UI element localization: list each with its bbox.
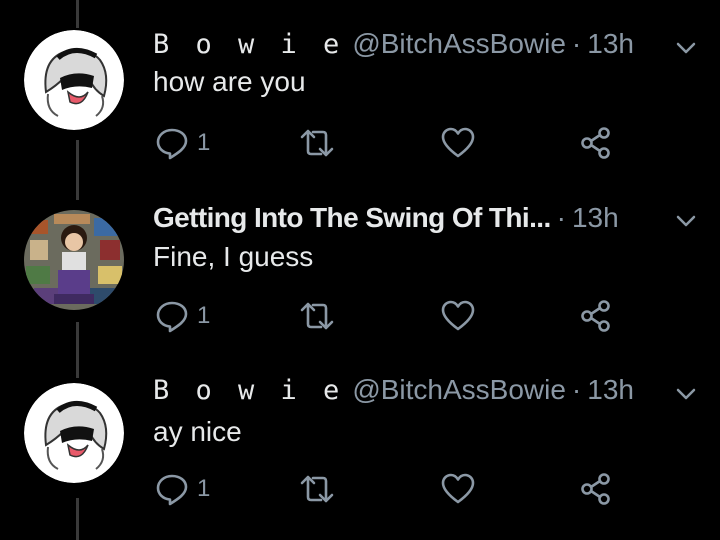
anime-girl-avatar-icon bbox=[24, 383, 124, 483]
display-name[interactable]: B o w i e bbox=[153, 375, 344, 406]
timestamp[interactable]: 13h bbox=[587, 374, 634, 406]
tweet[interactable]: B o w i e @BitchAssBowie · 13h ay nice 1 bbox=[0, 350, 720, 525]
avatar[interactable] bbox=[24, 383, 124, 483]
avatar[interactable] bbox=[24, 210, 124, 310]
separator-dot: · bbox=[556, 202, 566, 233]
chevron-down-icon bbox=[676, 215, 696, 227]
tweet-header: Getting Into The Swing Of Thi... · 13h bbox=[153, 202, 619, 236]
tweet-header: B o w i e @BitchAssBowie · 13h bbox=[153, 28, 634, 62]
reply-count: 1 bbox=[197, 302, 211, 329]
tweet[interactable]: B o w i e @BitchAssBowie · 13h how are y… bbox=[0, 0, 720, 175]
share-button[interactable] bbox=[579, 472, 613, 506]
tweet[interactable]: Getting Into The Swing Of Thi... · 13h F… bbox=[0, 175, 720, 350]
reply-count: 1 bbox=[197, 475, 211, 502]
retweet-button[interactable] bbox=[299, 299, 335, 333]
reply-icon bbox=[156, 128, 188, 160]
like-button[interactable] bbox=[441, 299, 475, 333]
tweet-header: B o w i e @BitchAssBowie · 13h bbox=[153, 374, 634, 408]
avatar[interactable] bbox=[24, 30, 124, 130]
share-icon bbox=[581, 300, 610, 332]
chevron-down-icon bbox=[676, 42, 696, 54]
retweet-button[interactable] bbox=[299, 126, 335, 160]
handle[interactable]: @BitchAssBowie bbox=[352, 374, 566, 406]
share-button[interactable] bbox=[579, 299, 613, 333]
handle[interactable]: @BitchAssBowie bbox=[352, 28, 566, 60]
tweet-text: Fine, I guess bbox=[153, 241, 314, 272]
heart-icon bbox=[441, 473, 475, 504]
separator-dot: · bbox=[571, 374, 582, 405]
share-button[interactable] bbox=[579, 126, 613, 160]
collage-avatar-icon bbox=[24, 210, 124, 310]
more-options-button[interactable] bbox=[672, 207, 700, 235]
retweet-button[interactable] bbox=[299, 472, 335, 506]
retweet-icon bbox=[300, 302, 334, 330]
tweet-text: ay nice bbox=[153, 416, 242, 447]
display-name[interactable]: Getting Into The Swing Of Thi... bbox=[153, 202, 551, 234]
tweet-actions: 1 bbox=[155, 126, 625, 160]
reply-button[interactable]: 1 bbox=[155, 299, 210, 333]
tweet-actions: 1 bbox=[155, 472, 625, 506]
reply-count: 1 bbox=[197, 129, 211, 156]
reply-icon bbox=[156, 474, 188, 506]
reply-button[interactable]: 1 bbox=[155, 126, 210, 160]
share-icon bbox=[581, 127, 610, 159]
more-options-button[interactable] bbox=[672, 34, 700, 62]
chevron-down-icon bbox=[676, 388, 696, 400]
heart-icon bbox=[441, 127, 475, 158]
anime-girl-avatar-icon bbox=[24, 30, 124, 130]
like-button[interactable] bbox=[441, 472, 475, 506]
like-button[interactable] bbox=[441, 126, 475, 160]
retweet-icon bbox=[300, 129, 334, 157]
timestamp[interactable]: 13h bbox=[572, 202, 619, 234]
share-icon bbox=[581, 473, 610, 505]
tweet-text: how are you bbox=[153, 66, 306, 97]
more-options-button[interactable] bbox=[672, 380, 700, 408]
timestamp[interactable]: 13h bbox=[587, 28, 634, 60]
retweet-icon bbox=[300, 475, 334, 503]
display-name[interactable]: B o w i e bbox=[153, 29, 344, 60]
heart-icon bbox=[441, 300, 475, 331]
reply-icon bbox=[156, 301, 188, 333]
separator-dot: · bbox=[571, 28, 582, 59]
reply-button[interactable]: 1 bbox=[155, 472, 210, 506]
tweet-actions: 1 bbox=[155, 299, 625, 333]
